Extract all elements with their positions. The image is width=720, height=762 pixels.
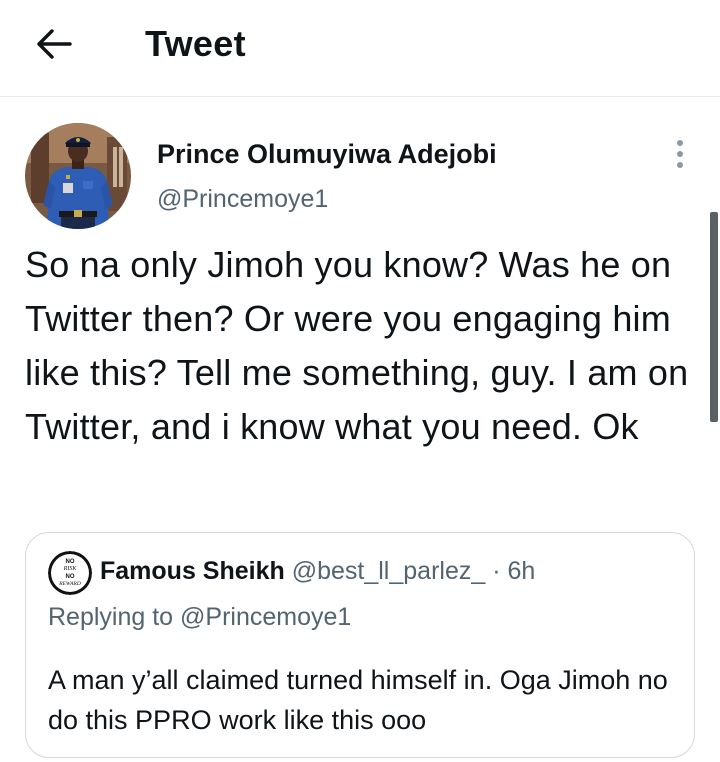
avatar-text-4: REWARD xyxy=(58,581,81,587)
tweet-text: So na only Jimoh you know? Was he on Twi… xyxy=(25,244,689,447)
page-title: Tweet xyxy=(145,23,246,64)
quoted-tweet-time[interactable]: 6h xyxy=(508,557,536,585)
author-name[interactable]: Prince Olumuyiwa Adejobi xyxy=(157,136,497,172)
back-button[interactable] xyxy=(32,22,76,66)
quoted-tweet-card[interactable]: NO RISK NO REWARD Famous Sheikh @best_ll… xyxy=(25,532,695,758)
quoted-tweet-header: Famous Sheikh @best_ll_parlez_ · 6h xyxy=(100,553,535,589)
author-avatar[interactable] xyxy=(25,123,131,229)
avatar-text-1: NO xyxy=(66,559,75,565)
arrow-left-icon xyxy=(37,29,72,59)
avatar-text-3: NO xyxy=(66,574,75,580)
separator-dot: · xyxy=(492,557,501,585)
tweet-page: Tweet Prince Olumuyiwa Adejobi @Princemo… xyxy=(0,0,720,762)
quoted-tweet-text: A man y’all claimed turned himself in. O… xyxy=(48,665,668,735)
author-handle[interactable]: @Princemoye1 xyxy=(157,182,328,216)
scrollbar-thumb[interactable] xyxy=(710,212,718,422)
quoted-author-avatar[interactable]: NO RISK NO REWARD xyxy=(48,551,92,595)
more-options-button[interactable] xyxy=(666,136,694,172)
quoted-author-name[interactable]: Famous Sheikh xyxy=(100,557,285,585)
avatar-text-2: RISK xyxy=(63,566,78,572)
more-vertical-icon xyxy=(677,140,683,168)
quoted-author-handle[interactable]: @best_ll_parlez_ xyxy=(292,557,486,585)
replying-to-label: Replying to @Princemoye1 xyxy=(48,603,352,631)
top-bar: Tweet xyxy=(0,0,720,97)
